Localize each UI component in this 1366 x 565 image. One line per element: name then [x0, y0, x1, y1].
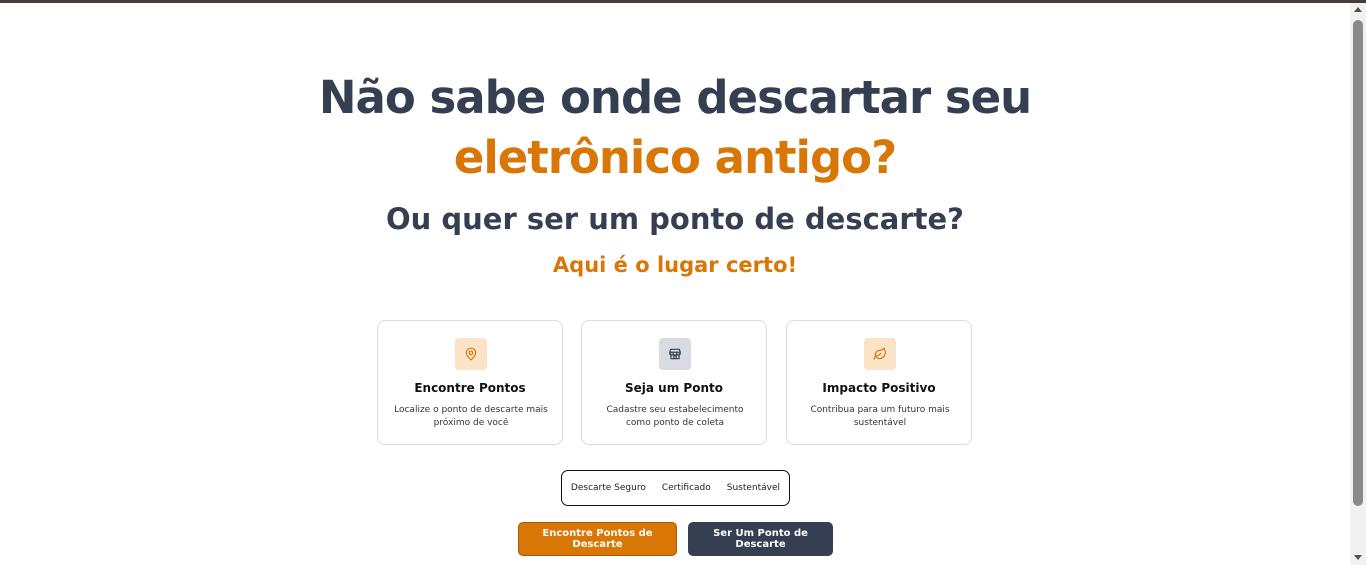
map-pin-icon	[455, 338, 487, 370]
feature-description: Cadastre seu estabelecimento como ponto …	[606, 405, 744, 428]
feature-card-be-a-point: Seja um Ponto Cadastre seu estabelecimen…	[581, 320, 767, 445]
feature-card-positive-impact: Impacto Positivo Contribua para um futur…	[786, 320, 972, 445]
feature-description: Contribua para um futuro mais sustentáve…	[810, 405, 950, 428]
leaf-icon	[864, 338, 896, 370]
hero-headline: Não sabe onde descartar seu eletrônico a…	[0, 68, 1350, 188]
feature-description: Localize o ponto de descarte mais próxim…	[394, 405, 548, 428]
find-points-button[interactable]: Encontre Pontos de Descarte	[518, 522, 677, 556]
store-icon	[659, 338, 691, 370]
badge-certified: Certificado	[661, 483, 711, 493]
trust-badges: Descarte Seguro Certificado Sustentável	[561, 470, 790, 506]
hero-subheadline: Ou quer ser um ponto de descarte?	[386, 202, 964, 236]
scroll-down-arrow-icon[interactable]	[1354, 555, 1362, 560]
headline-line-2: eletrônico antigo?	[453, 131, 897, 184]
become-point-button[interactable]: Ser Um Ponto de Descarte	[688, 522, 833, 556]
feature-title: Encontre Pontos	[414, 381, 526, 395]
badge-safe-disposal: Descarte Seguro	[570, 483, 646, 493]
feature-title: Seja um Ponto	[625, 381, 723, 395]
feature-card-find-points: Encontre Pontos Localize o ponto de desc…	[377, 320, 563, 445]
vertical-scrollbar[interactable]	[1350, 3, 1366, 565]
scroll-up-arrow-icon[interactable]	[1354, 7, 1362, 12]
headline-line-1: Não sabe onde descartar seu	[318, 71, 1032, 124]
scrollbar-thumb[interactable]	[1353, 20, 1363, 506]
badge-sustainable: Sustentável	[726, 483, 781, 493]
hero-tagline: Aqui é o lugar certo!	[552, 253, 798, 277]
feature-title: Impacto Positivo	[822, 381, 936, 395]
top-border	[0, 0, 1366, 3]
